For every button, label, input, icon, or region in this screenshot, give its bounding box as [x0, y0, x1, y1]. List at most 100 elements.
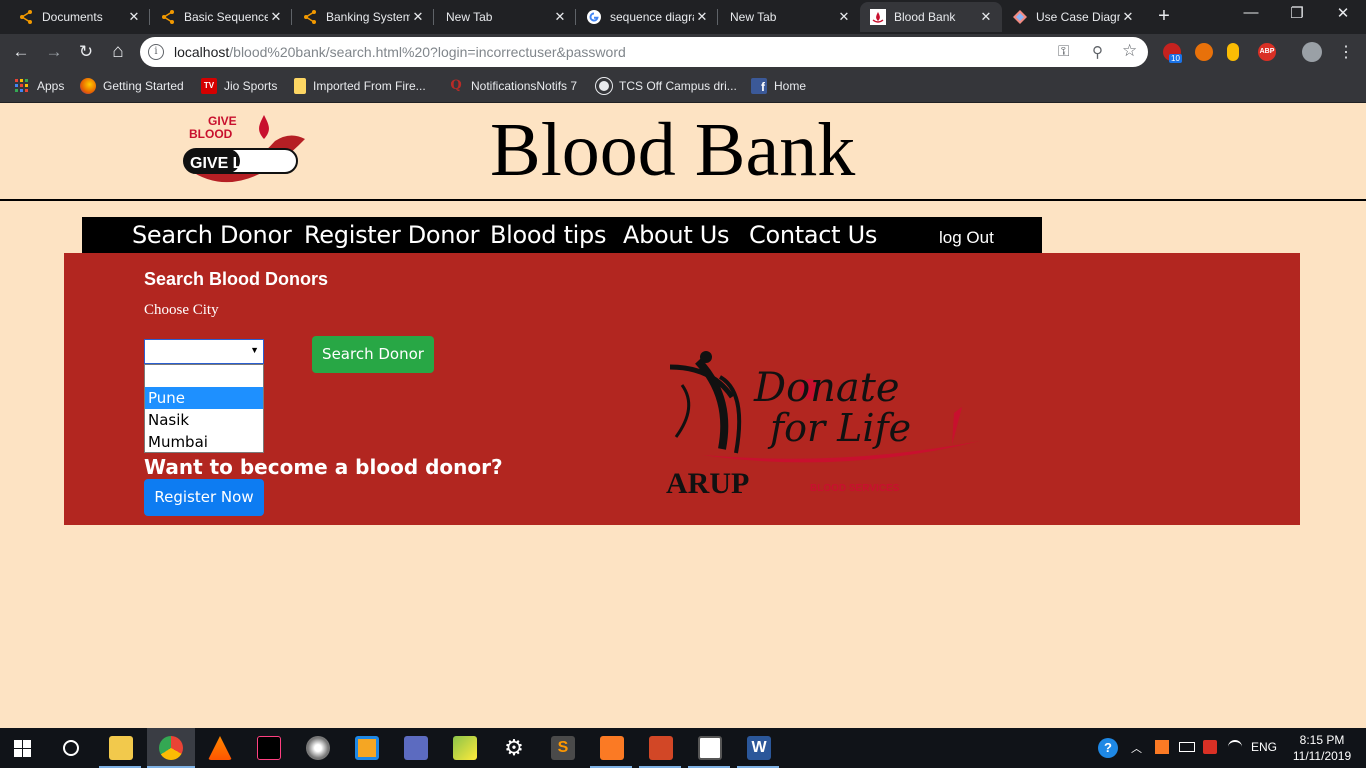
- city-option-nasik[interactable]: Nasik: [145, 409, 263, 431]
- tab-title: New Tab: [730, 10, 777, 24]
- bookmark-apps[interactable]: Apps: [14, 76, 64, 96]
- tray-xampp-icon[interactable]: [1155, 740, 1169, 754]
- page-content: GIVE BLOOD GIVE LIFE Blood Bank Search D…: [0, 103, 1366, 728]
- xampp-icon[interactable]: [600, 736, 624, 760]
- donate-for-life-logo: Donate for Life ARUP BLOOD SERVICES: [662, 337, 992, 507]
- menu-icon[interactable]: ⋮: [1338, 42, 1354, 62]
- sublime-text-icon[interactable]: S: [551, 736, 575, 760]
- close-window-button[interactable]: ✕: [1320, 4, 1366, 22]
- tab-blood-bank[interactable]: Blood Bank ✕: [860, 2, 1002, 32]
- maps-app-icon[interactable]: [453, 736, 477, 760]
- tab-new-tab[interactable]: New Tab ✕: [434, 2, 576, 32]
- tab-sequence-diagram[interactable]: sequence diagram ✕: [576, 2, 718, 32]
- url-host: localhost: [174, 44, 230, 60]
- battery-icon[interactable]: [1179, 742, 1195, 752]
- photos-icon[interactable]: [698, 736, 722, 760]
- forward-button[interactable]: →: [43, 41, 65, 63]
- virtualbox-icon[interactable]: [355, 736, 379, 760]
- nav-contact-us[interactable]: Contact Us: [749, 221, 877, 249]
- city-select[interactable]: ▼: [144, 339, 264, 364]
- tray-chevron-icon[interactable]: ︿: [1131, 740, 1142, 756]
- home-button[interactable]: ⌂: [107, 41, 129, 63]
- tab-use-case-diagram[interactable]: Use Case Diagram ✕: [1002, 2, 1144, 32]
- close-tab-icon[interactable]: ✕: [978, 9, 994, 25]
- blood-bank-favicon: [870, 9, 886, 25]
- nav-about-us[interactable]: About Us: [623, 221, 730, 249]
- bookmark-label: TCS Off Campus dri...: [619, 79, 737, 93]
- tab-new-tab-2[interactable]: New Tab ✕: [718, 2, 860, 32]
- close-tab-icon[interactable]: ✕: [836, 9, 852, 25]
- wifi-icon[interactable]: [1228, 740, 1242, 754]
- nav-search-donor[interactable]: Search Donor: [132, 221, 292, 249]
- word-icon[interactable]: W: [747, 736, 771, 760]
- vlc-icon[interactable]: [208, 736, 232, 760]
- intellij-icon[interactable]: [257, 736, 281, 760]
- extension-icon[interactable]: [1227, 43, 1239, 61]
- settings-gear-icon[interactable]: ⚙: [502, 736, 526, 760]
- close-tab-icon[interactable]: ✕: [268, 9, 284, 25]
- header-divider: [0, 199, 1366, 201]
- network-app-icon[interactable]: [404, 736, 428, 760]
- extension-icon[interactable]: [1195, 43, 1213, 61]
- quora-icon: Q: [450, 78, 462, 93]
- adblock-icon[interactable]: ABP: [1258, 43, 1276, 61]
- bookmark-notifications[interactable]: Q NotificationsNotifs 7: [448, 76, 577, 96]
- avatar[interactable]: [1302, 42, 1322, 62]
- back-button[interactable]: ←: [10, 41, 32, 63]
- close-tab-icon[interactable]: ✕: [126, 9, 142, 25]
- city-option-mumbai[interactable]: Mumbai: [145, 431, 263, 453]
- nav-blood-tips[interactable]: Blood tips: [490, 221, 606, 249]
- donate-for-life-graphic: Donate for Life ARUP BLOOD SERVICES: [666, 351, 980, 500]
- tab-documents[interactable]: Documents ✕: [8, 2, 150, 32]
- close-tab-icon[interactable]: ✕: [1120, 9, 1136, 25]
- cortana-icon[interactable]: [63, 740, 79, 756]
- search-donor-button[interactable]: Search Donor: [312, 336, 434, 373]
- bookmark-home[interactable]: f Home: [751, 76, 806, 96]
- bookmark-label: Imported From Fire...: [313, 79, 426, 93]
- bookmark-jio-sports[interactable]: TV Jio Sports: [201, 76, 277, 96]
- zoom-icon[interactable]: ⚲: [1092, 43, 1103, 61]
- windows-start-icon[interactable]: [14, 740, 31, 757]
- file-explorer-icon[interactable]: [109, 736, 133, 760]
- tab-basic-sequence[interactable]: Basic Sequence ✕: [150, 2, 292, 32]
- address-bar[interactable]: i localhost/blood%20bank/search.html%20?…: [140, 37, 1148, 67]
- city-dropdown-list: Pune Nasik Mumbai: [144, 364, 264, 453]
- tab-title: Basic Sequence: [184, 10, 268, 24]
- clock-date: 11/11/2019: [1292, 749, 1352, 763]
- url-text[interactable]: localhost/blood%20bank/search.html%20?lo…: [174, 44, 626, 60]
- tray-alert-icon[interactable]: [1203, 740, 1217, 754]
- folder-icon: [294, 78, 306, 94]
- site-info-icon[interactable]: i: [148, 44, 164, 60]
- city-option-blank[interactable]: [145, 365, 263, 387]
- maximize-button[interactable]: ❐: [1274, 4, 1320, 22]
- new-tab-button[interactable]: +: [1152, 5, 1176, 29]
- eclipse-icon[interactable]: [306, 736, 330, 760]
- bookmark-label: Getting Started: [103, 79, 184, 93]
- minimize-button[interactable]: —: [1228, 4, 1274, 21]
- bookmark-imported-from-firefox[interactable]: Imported From Fire...: [294, 76, 426, 96]
- powerpoint-icon[interactable]: [649, 736, 673, 760]
- city-option-pune[interactable]: Pune: [145, 387, 263, 409]
- bookmark-tcs-off-campus[interactable]: TCS Off Campus dri...: [595, 76, 737, 96]
- close-tab-icon[interactable]: ✕: [410, 9, 426, 25]
- chrome-icon[interactable]: [159, 736, 183, 760]
- help-icon[interactable]: ?: [1098, 738, 1118, 758]
- close-tab-icon[interactable]: ✕: [552, 9, 568, 25]
- arup-text: ARUP: [666, 467, 749, 500]
- register-now-button[interactable]: Register Now: [144, 479, 264, 516]
- reload-button[interactable]: ↻: [75, 41, 97, 63]
- language-indicator[interactable]: ENG: [1251, 740, 1277, 754]
- key-icon[interactable]: ⚿: [1058, 43, 1069, 60]
- logout-link[interactable]: log Out: [939, 228, 994, 248]
- bookmark-label: Jio Sports: [224, 79, 278, 93]
- system-clock[interactable]: 8:15 PM 11/11/2019: [1290, 732, 1354, 764]
- logo-text-give-life: GIVE LIFE: [190, 155, 268, 172]
- nav-register-donor[interactable]: Register Donor: [304, 221, 479, 249]
- bookmark-getting-started[interactable]: Getting Started: [80, 76, 184, 96]
- bookmark-star-icon[interactable]: ☆: [1122, 41, 1137, 61]
- apps-grid-icon: [15, 79, 28, 92]
- close-tab-icon[interactable]: ✕: [694, 9, 710, 25]
- tab-banking-system[interactable]: Banking System ✕: [292, 2, 434, 32]
- tab-title: Use Case Diagram: [1036, 10, 1120, 24]
- browser-toolbar: ← → ↻ ⌂ i localhost/blood%20bank/search.…: [0, 34, 1366, 70]
